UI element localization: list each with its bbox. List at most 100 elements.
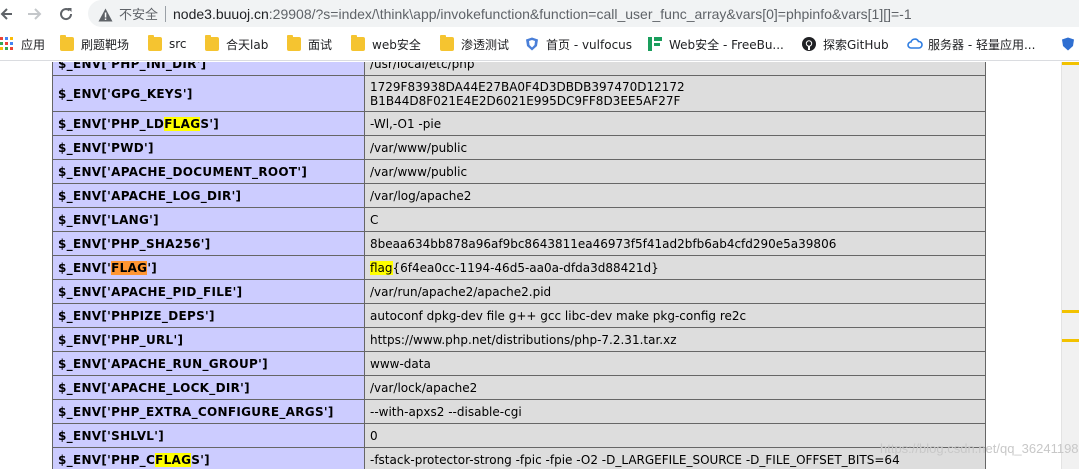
env-key: $_ENV['PHP_CFLAGS'] bbox=[52, 447, 365, 469]
table-row: $_ENV['PHP_LDFLAGS'] -Wl,-O1 -pie bbox=[52, 111, 986, 136]
key-prefix: $_ENV[' bbox=[58, 260, 112, 275]
env-key: $_ENV['APACHE_DOCUMENT_ROOT'] bbox=[52, 159, 365, 184]
key-prefix: $_ENV['PHP_LD bbox=[58, 116, 165, 131]
find-match-highlight: FLAG bbox=[164, 116, 201, 131]
folder-icon bbox=[287, 35, 301, 51]
warning-triangle-icon[interactable] bbox=[98, 7, 113, 21]
bookmark-apps[interactable]: 应用 bbox=[0, 35, 45, 53]
env-value: C bbox=[364, 207, 986, 232]
bookmarks-bar: 应用 刷题靶场 src 合天lab 面试 web安全 渗透测试 首页 - vul… bbox=[0, 27, 1079, 61]
bookmark-folder[interactable]: 渗透测试 bbox=[440, 35, 509, 53]
bookmark-label: 首页 - vulfocus bbox=[546, 37, 633, 52]
env-value: -Wl,-O1 -pie bbox=[364, 111, 986, 136]
bookmark-vulfocus[interactable]: 首页 - vulfocus bbox=[525, 35, 632, 53]
env-value: /usr/local/etc/php bbox=[364, 62, 986, 76]
env-value: https://www.php.net/distributions/php-7.… bbox=[364, 327, 986, 352]
env-key: $_ENV['PHP_SHA256'] bbox=[52, 231, 365, 256]
bookmark-freebuf[interactable]: Web安全 - FreeBu... bbox=[648, 35, 784, 53]
table-row: $_ENV['PHP_URL'] https://www.php.net/dis… bbox=[52, 327, 986, 352]
folder-icon bbox=[205, 35, 219, 51]
cloud-icon bbox=[907, 37, 923, 51]
reload-icon[interactable] bbox=[52, 0, 80, 27]
find-match-highlight: FLAG bbox=[155, 452, 192, 467]
find-match-highlight: flag bbox=[370, 260, 393, 275]
bookmark-label: Web安全 - FreeBu... bbox=[669, 37, 784, 52]
freebuf-icon bbox=[648, 37, 662, 51]
key-suffix: '] bbox=[147, 260, 158, 275]
shield-icon bbox=[1061, 37, 1075, 51]
env-key: $_ENV['PHP_URL'] bbox=[52, 327, 365, 352]
env-value: www-data bbox=[364, 351, 986, 376]
bookmark-label: 面试 bbox=[308, 37, 333, 52]
key-prefix: $_ENV['PHP_C bbox=[58, 452, 156, 467]
key-suffix: S'] bbox=[200, 116, 220, 131]
bookmark-label: 渗透测试 bbox=[461, 37, 510, 52]
browser-toolbar: 不安全 node3.buuoj.cn:29908/?s=index/\think… bbox=[0, 0, 1079, 27]
github-icon bbox=[802, 37, 816, 51]
back-arrow-icon[interactable] bbox=[0, 0, 12, 27]
table-row: $_ENV['PHP_SHA256'] 8beaa634bb878a96af9b… bbox=[52, 231, 986, 256]
env-key: $_ENV['PWD'] bbox=[52, 135, 365, 160]
bookmark-github[interactable]: 探索GitHub bbox=[802, 35, 889, 53]
bookmark-folder[interactable]: 刷题靶场 bbox=[60, 35, 129, 53]
bookmark-cloud[interactable]: 服务器 - 轻量应用... bbox=[907, 35, 1035, 53]
env-key: $_ENV['APACHE_PID_FILE'] bbox=[52, 279, 365, 304]
folder-icon bbox=[440, 35, 454, 51]
bookmark-label: src bbox=[169, 37, 187, 51]
find-current-match-highlight: FLAG bbox=[111, 260, 148, 275]
bookmark-label: web安全 bbox=[372, 37, 421, 52]
env-value: 8beaa634bb878a96af9bc8643811ea46973f5f41… bbox=[364, 231, 986, 256]
watermark: https://blog.csdn.net/qq_36241198 bbox=[880, 441, 1079, 456]
url-path[interactable]: :29908/?s=index/\think\app/invokefunctio… bbox=[269, 6, 912, 22]
bookmark-label: 应用 bbox=[21, 37, 46, 52]
env-value: /var/lock/apache2 bbox=[364, 375, 986, 400]
folder-icon bbox=[60, 35, 74, 51]
folder-icon bbox=[351, 35, 365, 51]
bookmark-label: 刷题靶场 bbox=[81, 37, 130, 52]
page-content: $_ENV['PHP_INI_DIR'] /usr/local/etc/php … bbox=[0, 62, 1061, 469]
env-key: $_ENV['APACHE_LOG_DIR'] bbox=[52, 183, 365, 208]
env-value: 1729F83938DA44E27BA0F4D3DBDB397470D12172… bbox=[364, 75, 986, 112]
url-host[interactable]: node3.buuoj.cn bbox=[173, 6, 269, 22]
table-row: $_ENV['APACHE_RUN_GROUP'] www-data bbox=[52, 351, 986, 376]
flag-value-rest: {6f4ea0cc-1194-46d5-aa0a-dfda3d88421d} bbox=[392, 260, 659, 275]
table-row: $_ENV['PHP_INI_DIR'] /usr/local/etc/php bbox=[52, 62, 986, 76]
table-row-flag: $_ENV['FLAG'] flag{6f4ea0cc-1194-46d5-aa… bbox=[52, 255, 986, 280]
vulfocus-shield-icon bbox=[525, 37, 539, 51]
table-row: $_ENV['GPG_KEYS'] 1729F83938DA44E27BA0F4… bbox=[52, 75, 986, 112]
find-result-tick bbox=[1062, 310, 1079, 313]
phpinfo-env-table: $_ENV['PHP_INI_DIR'] /usr/local/etc/php … bbox=[52, 62, 986, 469]
table-row: $_ENV['PHP_CFLAGS'] -fstack-protector-st… bbox=[52, 447, 986, 469]
security-status-label[interactable]: 不安全 bbox=[119, 4, 158, 23]
omnibox-divider bbox=[165, 5, 167, 22]
env-key: $_ENV['FLAG'] bbox=[52, 255, 365, 280]
bookmark-folder[interactable]: web安全 bbox=[351, 35, 421, 53]
find-result-tick bbox=[1062, 62, 1079, 65]
env-value: /var/www/public bbox=[364, 159, 986, 184]
env-value: --with-apxs2 --disable-cgi bbox=[364, 399, 986, 424]
bookmark-label: 合天lab bbox=[226, 37, 269, 52]
table-row: $_ENV['APACHE_LOG_DIR'] /var/log/apache2 bbox=[52, 183, 986, 208]
key-suffix: S'] bbox=[191, 452, 210, 467]
bookmark-folder[interactable]: src bbox=[148, 35, 187, 53]
env-key: $_ENV['PHPIZE_DEPS'] bbox=[52, 303, 365, 328]
bookmark-folder[interactable]: 合天lab bbox=[205, 35, 268, 53]
bookmark-folder[interactable]: 面试 bbox=[287, 35, 332, 53]
forward-arrow-icon[interactable] bbox=[20, 0, 48, 27]
env-key: $_ENV['APACHE_LOCK_DIR'] bbox=[52, 375, 365, 400]
bookmark-label: 服务器 - 轻量应用... bbox=[928, 37, 1036, 52]
address-bar[interactable]: 不安全 node3.buuoj.cn:29908/?s=index/\think… bbox=[88, 0, 1079, 27]
env-key: $_ENV['PHP_INI_DIR'] bbox=[52, 62, 365, 76]
bookmark-overflow-shield[interactable] bbox=[1061, 35, 1079, 53]
table-row: $_ENV['APACHE_LOCK_DIR'] /var/lock/apach… bbox=[52, 375, 986, 400]
env-key: $_ENV['GPG_KEYS'] bbox=[52, 75, 365, 112]
env-key: $_ENV['APACHE_RUN_GROUP'] bbox=[52, 351, 365, 376]
vertical-scrollbar[interactable] bbox=[1061, 62, 1079, 469]
env-key: $_ENV['PHP_LDFLAGS'] bbox=[52, 111, 365, 136]
env-value-line: 1729F83938DA44E27BA0F4D3DBDB397470D12172 bbox=[370, 79, 685, 94]
table-row: $_ENV['APACHE_DOCUMENT_ROOT'] /var/www/p… bbox=[52, 159, 986, 184]
table-row: $_ENV['APACHE_PID_FILE'] /var/run/apache… bbox=[52, 279, 986, 304]
env-value: autoconf dpkg-dev file g++ gcc libc-dev … bbox=[364, 303, 986, 328]
table-row: $_ENV['LANG'] C bbox=[52, 207, 986, 232]
table-row: $_ENV['PHP_EXTRA_CONFIGURE_ARGS'] --with… bbox=[52, 399, 986, 424]
